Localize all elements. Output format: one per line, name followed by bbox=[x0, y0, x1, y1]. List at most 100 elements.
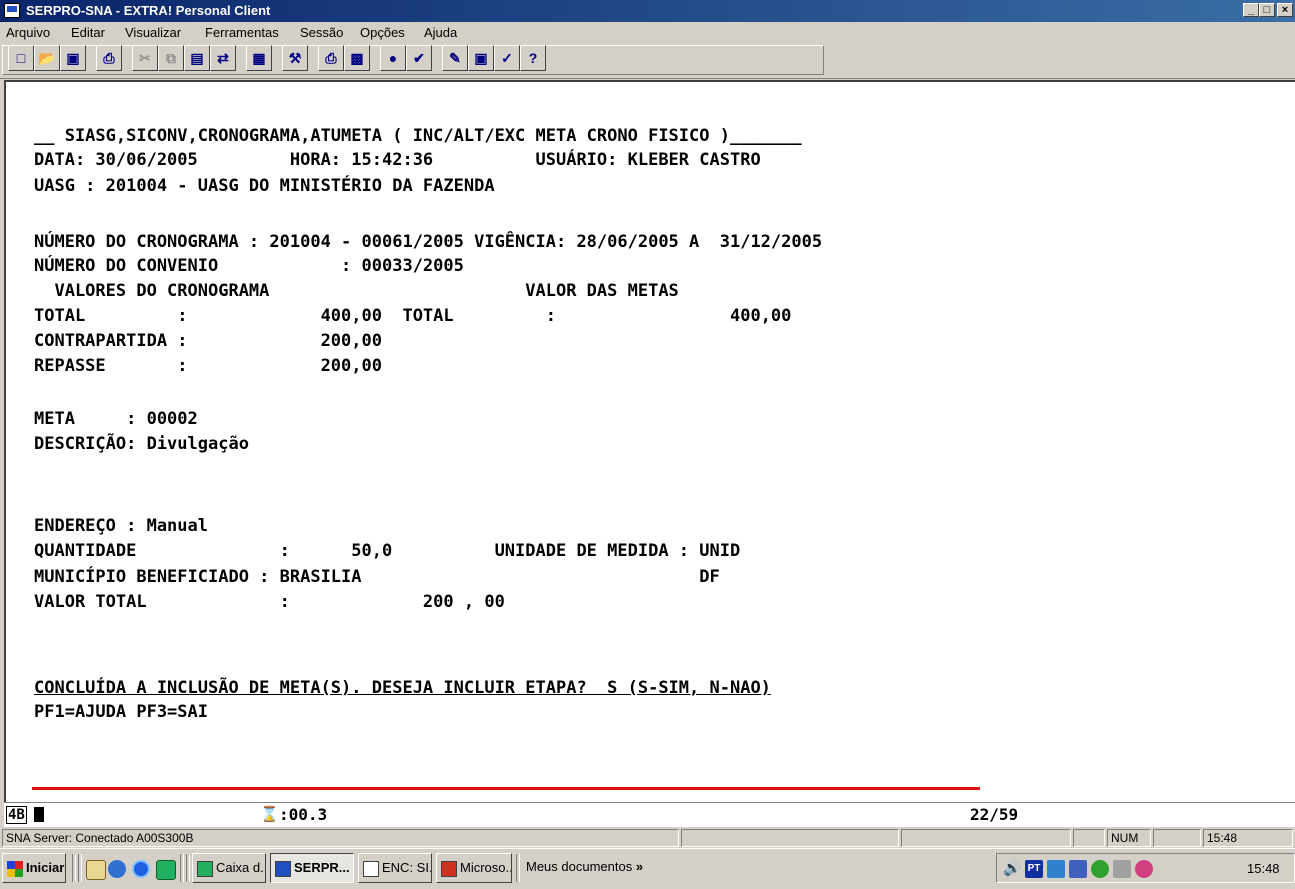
screen-meta-line: META : 00002 bbox=[34, 409, 198, 429]
printer-setup-icon[interactable]: ⎙ bbox=[318, 45, 344, 71]
menu-bar: Arquivo Editar Visualizar Ferramentas Se… bbox=[0, 22, 1295, 42]
documents-toolbar[interactable]: Meus documentos » bbox=[522, 853, 662, 883]
quickpad-icon[interactable]: ✔ bbox=[406, 45, 432, 71]
screen-pf-keys-line: PF1=AJUDA PF3=SAI bbox=[34, 702, 208, 722]
app-icon[interactable] bbox=[4, 3, 20, 18]
terminal-screen[interactable]: __ SIASG,SICONV,CRONOGRAMA,ATUMETA ( INC… bbox=[4, 80, 1295, 802]
screen-endereco-line: ENDEREÇO : Manual bbox=[34, 516, 208, 536]
red-underline bbox=[32, 787, 980, 790]
taskbar-separator bbox=[78, 854, 82, 882]
transfer-icon[interactable]: ⇄ bbox=[210, 45, 236, 71]
menu-sessao[interactable]: Sessão bbox=[300, 25, 343, 40]
edit-icon[interactable]: ✎ bbox=[442, 45, 468, 71]
network-icon[interactable] bbox=[1047, 860, 1065, 878]
ie-quicklaunch-icon[interactable] bbox=[132, 860, 150, 878]
task-caixa[interactable]: Caixa d... bbox=[192, 853, 266, 883]
num-lock-indicator: NUM bbox=[1107, 829, 1151, 847]
screen-total-line: TOTAL : 400,00 TOTAL : 400,00 bbox=[34, 306, 792, 326]
taskbar-separator bbox=[180, 854, 184, 882]
windows-logo-icon bbox=[7, 860, 23, 877]
menu-editar[interactable]: Editar bbox=[71, 25, 105, 40]
maximize-button[interactable]: □ bbox=[1259, 3, 1275, 17]
paste-icon[interactable]: ▤ bbox=[184, 45, 210, 71]
chart-icon[interactable]: ▣ bbox=[468, 45, 494, 71]
security-icon[interactable] bbox=[1091, 860, 1109, 878]
menu-visualizar[interactable]: Visualizar bbox=[125, 25, 181, 40]
monitor-icon[interactable] bbox=[1069, 860, 1087, 878]
powerpoint-icon bbox=[441, 860, 457, 877]
macro-icon[interactable]: ▩ bbox=[344, 45, 370, 71]
settings-icon[interactable]: ⚒ bbox=[282, 45, 308, 71]
taskbar-clock: 15:48 bbox=[1247, 861, 1280, 876]
start-button[interactable]: Iniciar bbox=[2, 853, 66, 883]
print-icon[interactable]: ⎙ bbox=[96, 45, 122, 71]
screen-cronograma-line: NÚMERO DO CRONOGRAMA : 201004 - 00061/20… bbox=[34, 232, 823, 252]
screen-values-header: VALORES DO CRONOGRAMA VALOR DAS METAS bbox=[34, 281, 679, 301]
media-quicklaunch-icon[interactable] bbox=[108, 860, 126, 878]
oia-status: 4B bbox=[6, 806, 27, 824]
screen-convenio-line: NÚMERO DO CONVENIO : 00033/2005 bbox=[34, 256, 464, 276]
task-microsoft[interactable]: Microso... bbox=[436, 853, 512, 883]
save-icon[interactable]: ▣ bbox=[60, 45, 86, 71]
screen-quantidade-line: QUANTIDADE : 50,0 UNIDADE DE MEDIDA : UN… bbox=[34, 541, 741, 561]
messenger-icon[interactable] bbox=[1135, 860, 1153, 878]
task-enc-label: ENC: SI... bbox=[382, 860, 431, 875]
screen-header: __ SIASG,SICONV,CRONOGRAMA,ATUMETA ( INC… bbox=[34, 126, 802, 146]
menu-arquivo[interactable]: Arquivo bbox=[6, 25, 50, 40]
chevron-more-icon[interactable]: » bbox=[636, 859, 643, 874]
minimize-button[interactable]: _ bbox=[1243, 3, 1259, 17]
terminal-icon bbox=[275, 860, 291, 877]
outlook-quicklaunch-icon[interactable] bbox=[86, 860, 106, 880]
status-cell-4 bbox=[1073, 829, 1105, 847]
task-serpro[interactable]: SERPR... bbox=[270, 853, 354, 883]
screen-prompt-line[interactable]: CONCLUÍDA A INCLUSÃO DE META(S). DESEJA … bbox=[34, 678, 771, 698]
screen-descricao-line: DESCRIÇÃO: Divulgação bbox=[34, 434, 249, 454]
menu-ferramentas[interactable]: Ferramentas bbox=[205, 25, 279, 40]
title-bar[interactable]: SERPRO-SNA - EXTRA! Personal Client _ □ … bbox=[0, 0, 1295, 22]
oia-timer: :00.3 bbox=[279, 805, 328, 824]
window-title: SERPRO-SNA - EXTRA! Personal Client bbox=[26, 3, 271, 18]
task-microsoft-label: Microso... bbox=[460, 860, 512, 875]
menu-opcoes[interactable]: Opções bbox=[360, 25, 405, 40]
screen-date-line: DATA: 30/06/2005 HORA: 15:42:36 USUÁRIO:… bbox=[34, 150, 761, 170]
task-caixa-label: Caixa d... bbox=[216, 860, 266, 875]
toolbar: □ 📂 ▣ ⎙ ✂ ⧉ ▤ ⇄ ▦ ⚒ ⎙ ▩ ● ✔ ✎ ▣ ✓ ? bbox=[0, 42, 1295, 79]
connection-icon[interactable] bbox=[1113, 860, 1131, 878]
status-time: 15:48 bbox=[1203, 829, 1293, 847]
screen-repasse-line: REPASSE : 200,00 bbox=[34, 356, 382, 376]
status-cell-6 bbox=[1153, 829, 1201, 847]
cursor-position: 22/59 bbox=[970, 805, 1019, 824]
language-indicator[interactable]: PT bbox=[1025, 860, 1043, 878]
connection-status: SNA Server: Conectado A00S300B bbox=[2, 829, 679, 847]
screen-uasg-line: UASG : 201004 - UASG DO MINISTÉRIO DA FA… bbox=[34, 176, 495, 196]
speaker-icon[interactable]: 🔊 bbox=[1003, 860, 1022, 878]
record-icon[interactable]: ● bbox=[380, 45, 406, 71]
clipboard-icon[interactable]: ▦ bbox=[246, 45, 272, 71]
cut-icon[interactable]: ✂ bbox=[132, 45, 158, 71]
open-icon[interactable]: 📂 bbox=[34, 45, 60, 71]
status-cell-2 bbox=[681, 829, 899, 847]
documents-label: Meus documentos bbox=[526, 859, 633, 874]
properties-icon[interactable]: ✓ bbox=[494, 45, 520, 71]
new-icon[interactable]: □ bbox=[8, 45, 34, 71]
copy-icon[interactable]: ⧉ bbox=[158, 45, 184, 71]
cursor-block bbox=[34, 807, 44, 822]
help-icon[interactable]: ? bbox=[520, 45, 546, 71]
screen-municipio-line: MUNICÍPIO BENEFICIADO : BRASILIA DF bbox=[34, 567, 720, 587]
app-quicklaunch-icon[interactable] bbox=[156, 860, 176, 880]
mail-icon bbox=[363, 860, 379, 877]
hourglass-icon: ⌛ bbox=[260, 805, 279, 823]
task-serpro-label: SERPR... bbox=[294, 860, 350, 875]
screen-valor-total-line: VALOR TOTAL : 200 , 00 bbox=[34, 592, 505, 612]
oia-line: 4B ⌛ :00.3 22/59 bbox=[4, 802, 1295, 827]
task-enc[interactable]: ENC: SI... bbox=[358, 853, 432, 883]
menu-ajuda[interactable]: Ajuda bbox=[424, 25, 457, 40]
taskbar: Iniciar Caixa d... SERPR... ENC: SI... M… bbox=[0, 848, 1295, 889]
screen-contrapartida-line: CONTRAPARTIDA : 200,00 bbox=[34, 331, 382, 351]
taskbar-separator bbox=[516, 854, 520, 882]
status-bar: SNA Server: Conectado A00S300B NUM 15:48 bbox=[0, 828, 1295, 848]
status-cell-3 bbox=[901, 829, 1071, 847]
close-button[interactable]: × bbox=[1277, 3, 1293, 17]
system-tray: 🔊 PT 15:48 bbox=[996, 853, 1295, 883]
taskbar-separator bbox=[72, 854, 76, 882]
